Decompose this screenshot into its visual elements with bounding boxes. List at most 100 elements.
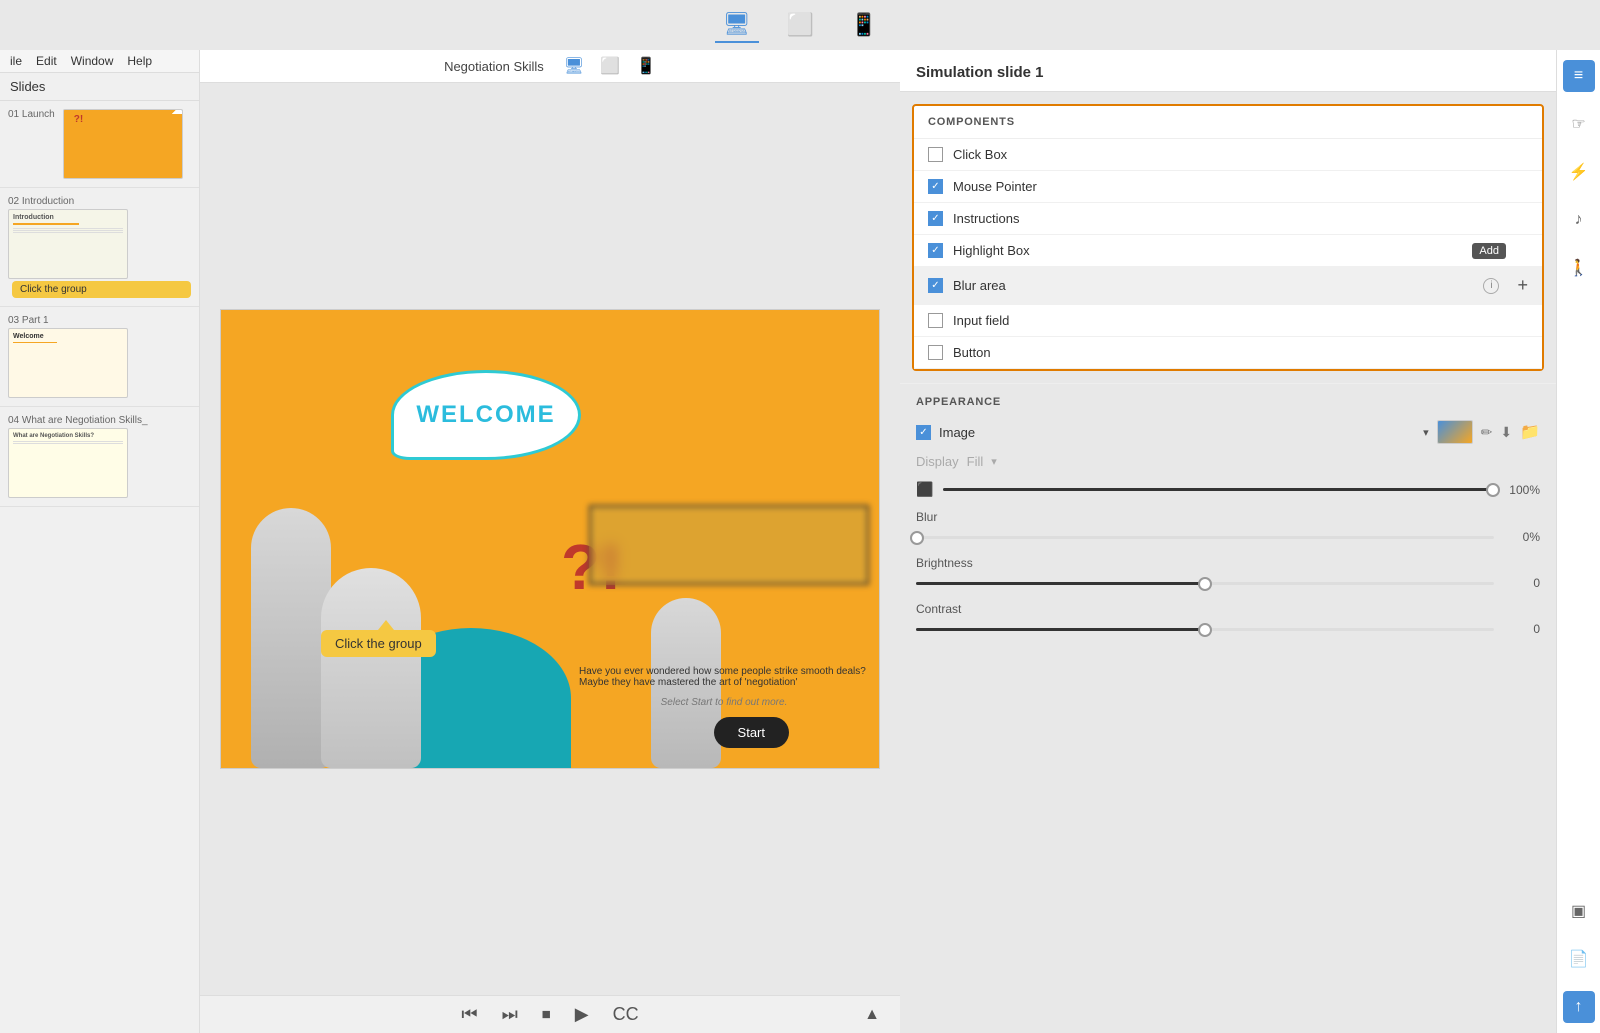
scroll-up-arrow[interactable]: ▲ <box>864 1006 880 1024</box>
opacity-thumb[interactable] <box>1486 483 1500 497</box>
body-text: Have you ever wondered how some people s… <box>579 666 869 688</box>
music-icon: ♪ <box>1575 211 1583 229</box>
click-box-label: Click Box <box>953 147 1528 162</box>
welcome-text: WELCOME <box>416 401 555 429</box>
component-blur-area[interactable]: ✓ Blur area i + <box>914 267 1542 305</box>
brightness-row: 0 <box>916 576 1540 590</box>
mobile-device-icon[interactable]: 📱 <box>842 8 885 42</box>
slide-number-1: 01 Launch <box>8 109 55 120</box>
step-forward-button[interactable]: ⏭ <box>502 1004 518 1025</box>
slide-thumbnail-4: What are Negotiation Skills? <box>8 428 128 498</box>
input-field-checkbox[interactable] <box>928 313 943 328</box>
slide-item-3[interactable]: 03 Part 1 Welcome <box>0 307 199 407</box>
download-icon[interactable]: ⬇ <box>1500 424 1512 441</box>
settings-icon-button[interactable]: ≡ <box>1563 60 1595 92</box>
menu-edit[interactable]: Edit <box>36 54 57 68</box>
blur-box <box>589 505 869 585</box>
display-dropdown[interactable]: ▾ <box>991 455 997 468</box>
person-icon-button[interactable]: 🚶 <box>1563 252 1595 284</box>
border-icon: ▣ <box>1571 901 1586 921</box>
contrast-thumb[interactable] <box>1198 623 1212 637</box>
tooltip-arrow <box>378 620 394 630</box>
component-button[interactable]: Button <box>914 337 1542 369</box>
desktop-device-icon[interactable]: 🖥 <box>715 7 759 43</box>
pen-icon[interactable]: ✏ <box>1481 424 1493 441</box>
canvas-desktop-icon[interactable]: 🖥 <box>564 56 584 76</box>
person-icon: 🚶 <box>1569 258 1589 278</box>
slide-item-2[interactable]: 02 Introduction Introduction Click the g… <box>0 188 199 307</box>
slide-thumbnail-3: Welcome <box>8 328 128 398</box>
tablet-device-icon[interactable]: ⬜ <box>779 8 822 42</box>
top-device-bar: 🖥 ⬜ 📱 <box>0 0 1600 50</box>
appearance-header: APPEARANCE <box>916 396 1540 408</box>
figure-left-small <box>321 568 421 768</box>
contrast-label: Contrast <box>916 602 1540 616</box>
cursor-icon-button[interactable]: ☞ <box>1563 108 1595 140</box>
button-checkbox[interactable] <box>928 345 943 360</box>
appearance-section: APPEARANCE ✓ Image ▾ ✏ ⬇ 📁 Display Fill … <box>900 383 1556 660</box>
contrast-slider[interactable] <box>916 628 1494 631</box>
stop-button[interactable]: ⏹ <box>542 1004 551 1025</box>
instructions-checkbox[interactable]: ✓ <box>928 211 943 226</box>
document-icon-button[interactable]: 📄 <box>1563 943 1595 975</box>
display-row: Display Fill ▾ <box>916 454 1540 469</box>
blur-value: 0% <box>1504 530 1540 544</box>
slide-item-1[interactable]: 01 Launch ?! <box>0 101 199 188</box>
blur-area-checkbox[interactable]: ✓ <box>928 278 943 293</box>
component-instructions[interactable]: ✓ Instructions <box>914 203 1542 235</box>
canvas-title: Negotiation Skills <box>444 59 544 74</box>
image-checkbox[interactable]: ✓ <box>916 425 931 440</box>
components-section: COMPONENTS Click Box ✓ Mouse Pointer ✓ I… <box>912 104 1544 371</box>
skip-back-button[interactable]: ⏮ <box>461 1004 477 1025</box>
slide-item-4[interactable]: 04 What are Negotiation Skills_ What are… <box>0 407 199 507</box>
image-dropdown[interactable]: ▾ <box>1423 426 1429 439</box>
border-icon-button[interactable]: ▣ <box>1563 895 1595 927</box>
start-button[interactable]: Start <box>714 717 789 748</box>
menu-file[interactable]: ile <box>10 54 22 68</box>
canvas-device-icons: 🖥 ⬜ 📱 <box>564 56 656 76</box>
main-layout: ile Edit Window Help Slides 01 Launch ?!… <box>0 50 1600 1033</box>
slide-number-3: 03 Part 1 <box>8 315 191 326</box>
figure-left-large <box>251 508 331 768</box>
brightness-section: Brightness 0 <box>916 556 1540 590</box>
blur-slider[interactable] <box>916 536 1494 539</box>
side-icons-bar: ≡ ☞ ⚡ ♪ 🚶 ▣ 📄 ↑ <box>1556 50 1600 1033</box>
canvas-tablet-icon[interactable]: ⬜ <box>600 56 620 76</box>
menu-help[interactable]: Help <box>127 54 152 68</box>
input-field-label: Input field <box>953 313 1528 328</box>
menu-window[interactable]: Window <box>71 54 114 68</box>
italic-text: Select Start to find out more. <box>579 697 869 708</box>
blur-area-info-icon[interactable]: i <box>1483 278 1499 294</box>
share-icon-button[interactable]: ↑ <box>1563 991 1595 1023</box>
click-box-checkbox[interactable] <box>928 147 943 162</box>
blur-thumb[interactable] <box>910 531 924 545</box>
opacity-icon: ⬛ <box>916 481 933 498</box>
captions-button[interactable]: CC <box>613 1004 639 1025</box>
opacity-slider[interactable] <box>943 488 1494 491</box>
lightning-icon-button[interactable]: ⚡ <box>1563 156 1595 188</box>
slide-number-2: 02 Introduction <box>8 196 191 207</box>
component-click-box[interactable]: Click Box <box>914 139 1542 171</box>
slide-thumbnail-1: ?! <box>63 109 183 179</box>
component-mouse-pointer[interactable]: ✓ Mouse Pointer <box>914 171 1542 203</box>
highlight-box-checkbox[interactable]: ✓ <box>928 243 943 258</box>
canvas-header: Negotiation Skills 🖥 ⬜ 📱 <box>200 50 900 83</box>
folder-icon[interactable]: 📁 <box>1520 422 1540 442</box>
slides-list: 01 Launch ?! 02 Introduction Introductio… <box>0 101 199 1033</box>
brightness-thumb[interactable] <box>1198 577 1212 591</box>
slide-canvas[interactable]: WELCOME ?! Have you ever wondered how so… <box>220 309 880 769</box>
mouse-pointer-label: Mouse Pointer <box>953 179 1528 194</box>
contrast-fill <box>916 628 1205 631</box>
tooltip-text: Click the group <box>335 636 422 651</box>
mouse-pointer-checkbox[interactable]: ✓ <box>928 179 943 194</box>
music-icon-button[interactable]: ♪ <box>1563 204 1595 236</box>
brightness-slider[interactable] <box>916 582 1494 585</box>
blur-area-add-icon[interactable]: + <box>1517 275 1528 296</box>
opacity-section: ⬛ 100% <box>916 481 1540 498</box>
share-icon: ↑ <box>1575 998 1583 1016</box>
play-button[interactable]: ▶ <box>575 1004 589 1025</box>
canvas-mobile-icon[interactable]: 📱 <box>636 56 656 76</box>
component-highlight-box[interactable]: ✓ Highlight Box Add <box>914 235 1542 267</box>
component-input-field[interactable]: Input field <box>914 305 1542 337</box>
display-value: Fill <box>967 454 984 469</box>
